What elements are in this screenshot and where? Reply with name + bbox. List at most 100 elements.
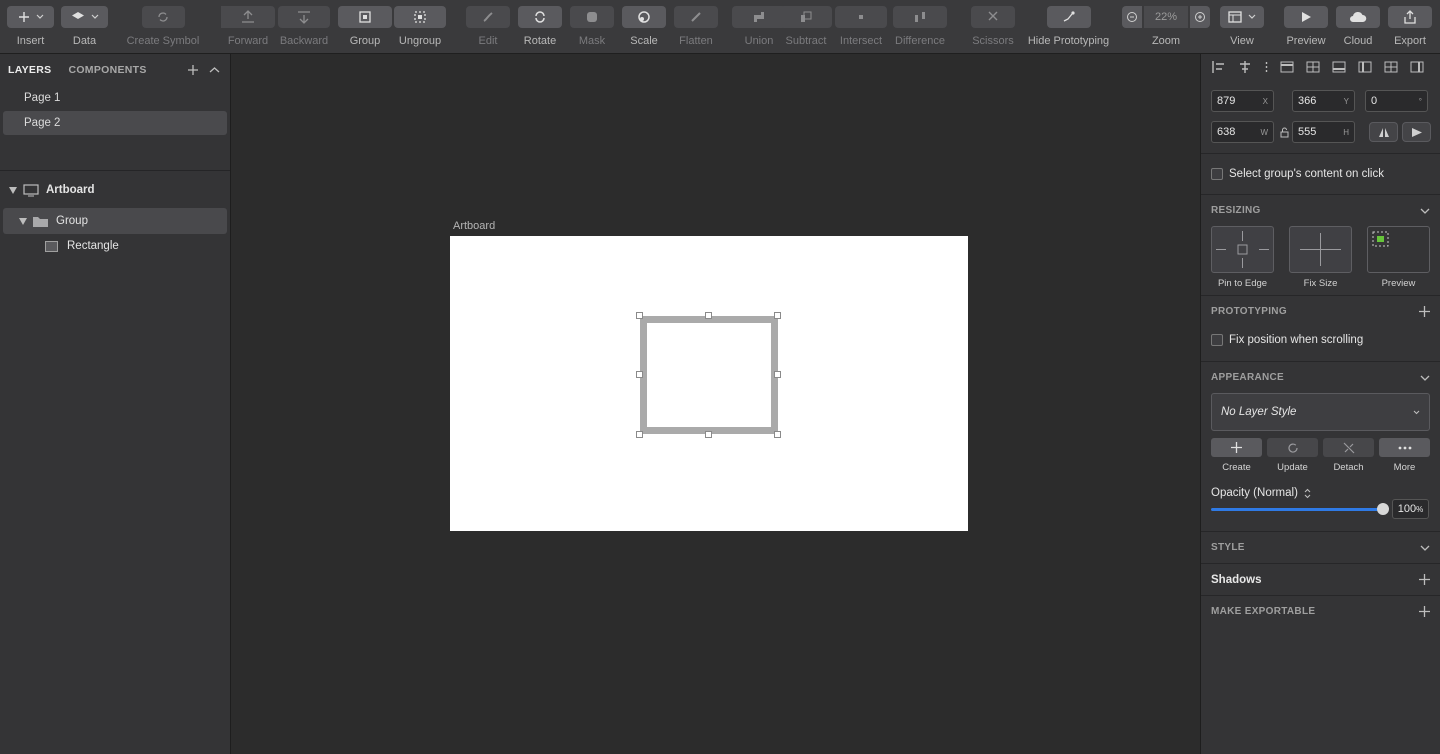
- zoom-value[interactable]: 22%: [1144, 6, 1188, 28]
- preview-tool[interactable]: Preview: [1284, 6, 1328, 47]
- chevron-down-icon[interactable]: [1420, 545, 1430, 551]
- plus-icon[interactable]: [1419, 606, 1430, 617]
- difference-tool[interactable]: Difference: [893, 6, 947, 47]
- style-header[interactable]: STYLE: [1201, 532, 1440, 563]
- ungroup-button[interactable]: [394, 6, 446, 28]
- edit-tool[interactable]: Edit: [466, 6, 510, 47]
- rotate-button[interactable]: [518, 6, 562, 28]
- plus-icon[interactable]: [1419, 306, 1430, 317]
- fix-position-checkbox[interactable]: [1211, 333, 1223, 346]
- group-button[interactable]: [338, 6, 392, 28]
- view-tool[interactable]: View: [1220, 6, 1264, 47]
- rectangle-shape[interactable]: [640, 316, 778, 434]
- flip-horizontal-button[interactable]: [1369, 122, 1398, 142]
- opacity-field[interactable]: 100%: [1392, 499, 1429, 519]
- hide-prototyping-tool[interactable]: Hide Prototyping: [1024, 6, 1113, 47]
- flatten-tool[interactable]: Flatten: [674, 6, 718, 47]
- backward-tool[interactable]: Backward: [277, 6, 331, 47]
- export-button[interactable]: [1388, 6, 1432, 28]
- union-tool[interactable]: Union: [732, 6, 786, 47]
- fix-position-row[interactable]: Fix position when scrolling: [1201, 327, 1440, 352]
- opacity-slider-knob[interactable]: [1377, 502, 1389, 515]
- tab-components[interactable]: COMPONENTS: [68, 64, 146, 76]
- create-symbol-tool[interactable]: Create Symbol: [124, 6, 202, 47]
- create-style-button[interactable]: Create: [1211, 438, 1262, 473]
- page-item-selected[interactable]: Page 2: [3, 111, 227, 135]
- rotation-field[interactable]: 0 °: [1365, 90, 1428, 112]
- distribute-icon[interactable]: [1263, 59, 1269, 75]
- resize-handle-bottom[interactable]: [705, 431, 712, 438]
- flatten-button[interactable]: [674, 6, 718, 28]
- hide-prototyping-button[interactable]: [1046, 6, 1091, 28]
- canvas[interactable]: Artboard: [231, 54, 1200, 754]
- mask-button[interactable]: [570, 6, 614, 28]
- tab-layers[interactable]: LAYERS: [8, 64, 51, 76]
- pin-to-edge-control[interactable]: Pin to Edge: [1211, 226, 1274, 289]
- artboard[interactable]: [450, 236, 968, 531]
- appearance-header[interactable]: APPEARANCE: [1201, 362, 1440, 393]
- w-field[interactable]: 638 W: [1211, 121, 1274, 143]
- scale-tool[interactable]: Scale: [622, 6, 666, 47]
- insert-button[interactable]: [7, 6, 54, 28]
- align-top-icon[interactable]: [1279, 59, 1295, 75]
- prototyping-header[interactable]: PROTOTYPING: [1201, 296, 1440, 327]
- select-group-content-checkbox[interactable]: [1211, 168, 1223, 180]
- align-mid-icon[interactable]: [1383, 59, 1399, 75]
- resize-handle-top-right[interactable]: [774, 312, 781, 319]
- scissors-button[interactable]: [971, 6, 1015, 28]
- add-page-icon[interactable]: [187, 64, 199, 76]
- union-button[interactable]: [732, 6, 786, 28]
- resize-handle-top[interactable]: [705, 312, 712, 319]
- scissors-tool[interactable]: Scissors: [971, 6, 1015, 47]
- group-tool[interactable]: Group: [338, 6, 392, 47]
- resize-handle-left[interactable]: [636, 371, 643, 378]
- backward-button[interactable]: [278, 6, 330, 28]
- chevron-down-icon[interactable]: [1420, 375, 1430, 381]
- data-button[interactable]: [61, 6, 108, 28]
- zoom-in-button[interactable]: [1190, 6, 1210, 28]
- disclosure-triangle-icon[interactable]: [9, 186, 17, 194]
- mask-tool[interactable]: Mask: [570, 6, 614, 47]
- layer-group[interactable]: Group: [3, 208, 227, 234]
- layer-artboard[interactable]: Artboard: [3, 177, 227, 203]
- lock-icon[interactable]: [1280, 127, 1289, 138]
- collapse-icon[interactable]: [209, 66, 220, 74]
- shadows-header[interactable]: Shadows: [1201, 564, 1440, 595]
- x-field[interactable]: 879 X: [1211, 90, 1274, 112]
- resize-handle-bottom-left[interactable]: [636, 431, 643, 438]
- forward-tool[interactable]: Forward: [221, 6, 275, 47]
- flip-vertical-button[interactable]: [1402, 122, 1431, 142]
- align-middle-icon[interactable]: [1305, 59, 1321, 75]
- plus-icon[interactable]: [1419, 574, 1430, 585]
- layer-style-select[interactable]: No Layer Style: [1211, 393, 1430, 431]
- align-bottom-icon[interactable]: [1331, 59, 1347, 75]
- chevron-down-icon[interactable]: [1420, 208, 1430, 214]
- resize-handle-right[interactable]: [774, 371, 781, 378]
- resize-handle-bottom-right[interactable]: [774, 431, 781, 438]
- subtract-button[interactable]: [780, 6, 832, 28]
- align-start-icon[interactable]: [1357, 59, 1373, 75]
- resizing-header[interactable]: RESIZING: [1201, 195, 1440, 226]
- preview-button[interactable]: [1284, 6, 1328, 28]
- artboard-label[interactable]: Artboard: [453, 220, 495, 232]
- difference-button[interactable]: [893, 6, 947, 28]
- make-exportable-header[interactable]: MAKE EXPORTABLE: [1201, 596, 1440, 627]
- ungroup-tool[interactable]: Ungroup: [394, 6, 446, 47]
- align-end-icon[interactable]: [1409, 59, 1425, 75]
- cloud-button[interactable]: [1336, 6, 1380, 28]
- opacity-slider[interactable]: [1211, 502, 1389, 515]
- h-field[interactable]: 555 H: [1292, 121, 1355, 143]
- page-item[interactable]: Page 1: [3, 86, 227, 110]
- layer-rectangle[interactable]: Rectangle: [3, 233, 227, 259]
- export-tool[interactable]: Export: [1388, 6, 1432, 47]
- rotate-tool[interactable]: Rotate: [518, 6, 562, 47]
- intersect-button[interactable]: [835, 6, 887, 28]
- detach-style-button[interactable]: Detach: [1323, 438, 1374, 473]
- intersect-tool[interactable]: Intersect: [835, 6, 887, 47]
- insert-tool[interactable]: Insert: [7, 6, 54, 47]
- update-style-button[interactable]: Update: [1267, 438, 1318, 473]
- stepper-icon[interactable]: [1304, 488, 1311, 499]
- zoom-out-button[interactable]: [1122, 6, 1142, 28]
- create-symbol-button[interactable]: [141, 6, 185, 28]
- align-left-icon[interactable]: [1211, 59, 1227, 75]
